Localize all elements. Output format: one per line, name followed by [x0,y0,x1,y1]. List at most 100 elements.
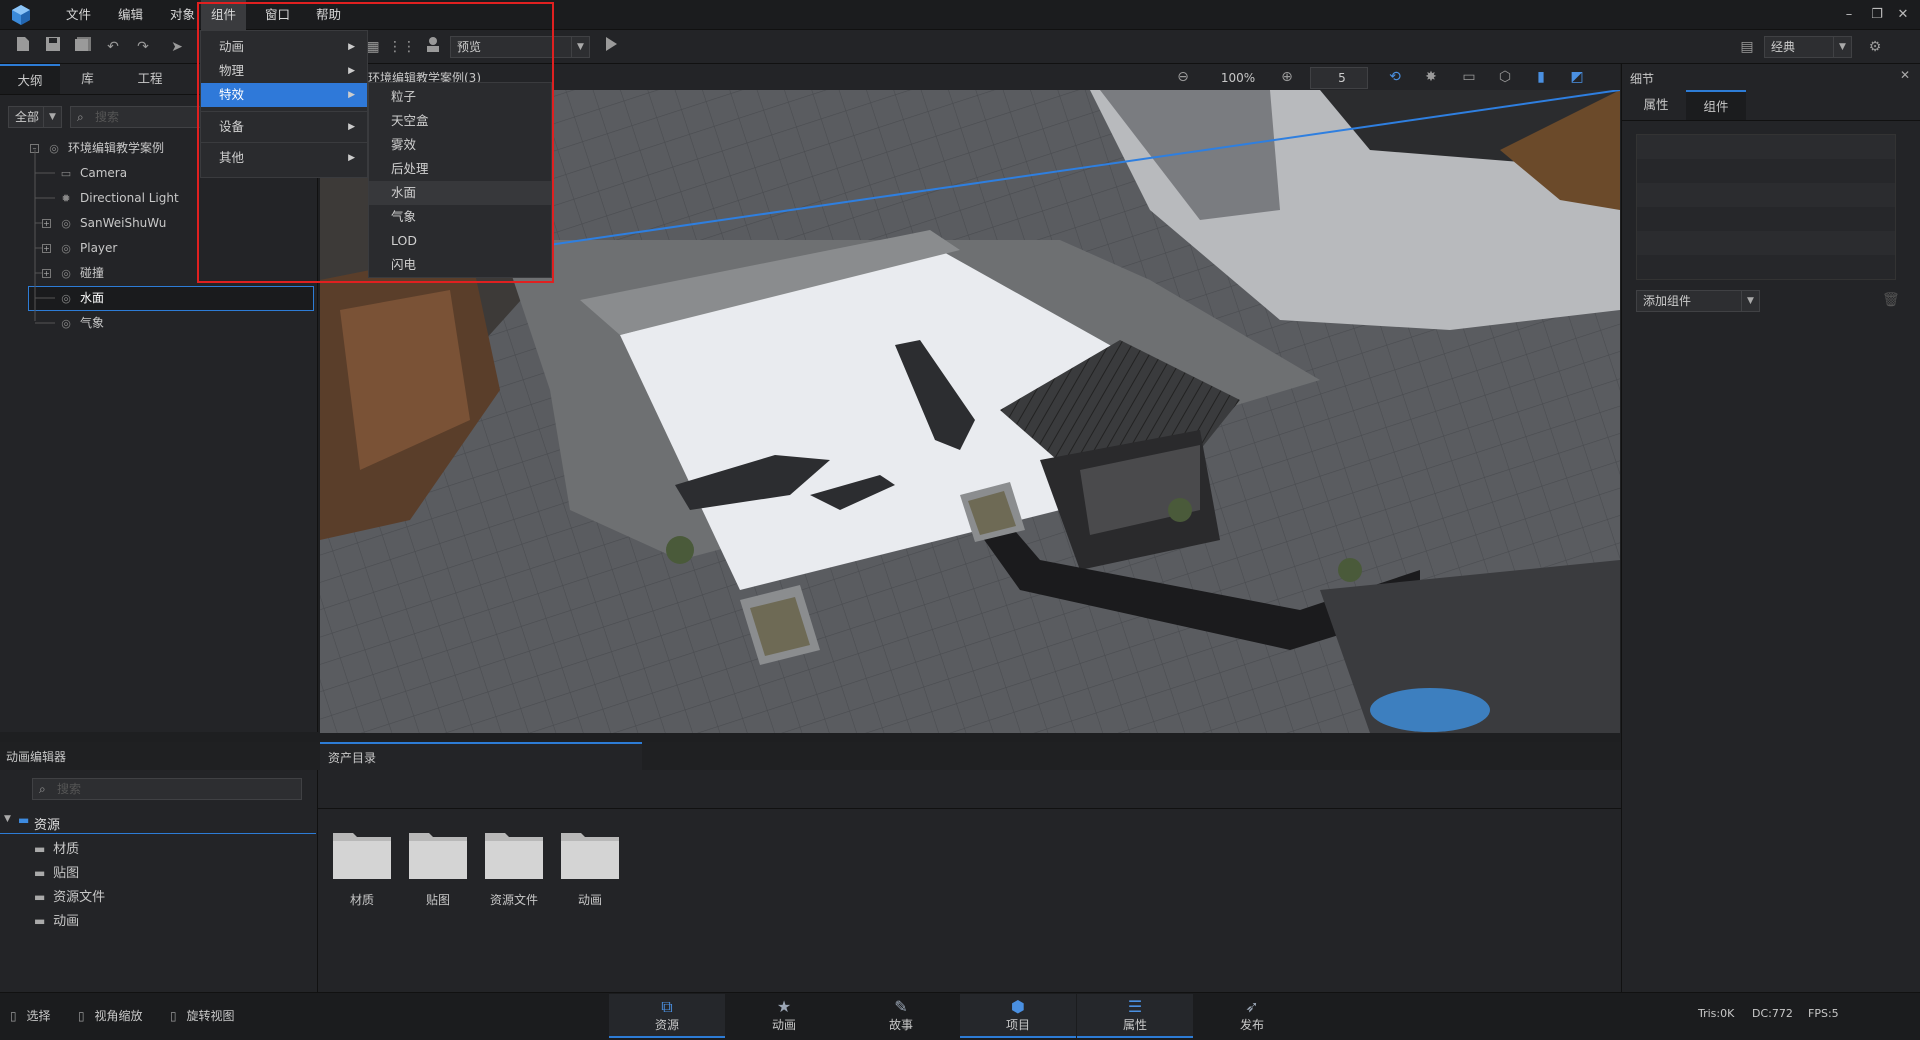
search-icon: ⌕ [77,110,84,124]
nav-tab-story[interactable]: ✎ 故事 [843,994,959,1038]
filter-value: 全部 [15,110,40,124]
tree-item-label: Player [80,241,118,255]
minimize-button[interactable]: – [1840,6,1858,24]
app-logo-icon [12,5,30,25]
mouse-right-icon: ▯ [170,1009,177,1023]
rocket-icon: ➶ [1245,997,1259,1016]
add-component-label: 添加组件 [1643,294,1692,308]
tree-folder-label: 贴图 [53,866,80,881]
folder-icon: ▬ [18,813,30,827]
hint-select: ▯ 选择 [10,1007,50,1024]
tree-folder-label: 材质 [53,842,80,857]
layout-combo-value: 经典 [1771,40,1796,54]
outline-search-placeholder: 搜索 [95,110,120,124]
asset-search-input[interactable]: ⌕ 搜索 [32,778,302,800]
tree-folder-label: 动画 [53,914,80,929]
layout-icon[interactable]: ▤ [1736,36,1758,58]
close-button[interactable]: ✕ [1894,6,1912,24]
tree-root-resources[interactable]: ▼ ▬ 资源 [0,810,316,834]
tree-folder-label: 资源文件 [53,890,106,905]
tab-asset-directory[interactable]: 资产目录 [320,742,642,770]
close-icon[interactable]: ✕ [1900,68,1910,82]
tab-properties[interactable]: 属性 [1630,90,1682,120]
globe-icon[interactable]: ⟲ [1384,66,1406,88]
tree-root-label: 资源 [34,818,61,833]
tree-item-label: 环境编辑教学案例 [68,141,165,155]
zoom-in-icon[interactable]: ⊕ [1276,66,1298,88]
zoom-level: 100% [1220,71,1256,85]
tree-item-label: 气象 [80,316,105,330]
nav-tab-resources[interactable]: ⧉ 资源 [609,994,725,1038]
mouse-left-icon: ▯ [10,1009,17,1023]
stat-draw-calls: DC:772 [1752,1007,1793,1020]
select-arrow-icon[interactable]: ➤ [166,36,188,58]
maximize-viewport-icon[interactable]: ◩ [1566,66,1588,88]
cube-icon[interactable]: ⬡ [1494,66,1516,88]
filter-select[interactable]: 全部 ▼ [8,106,62,128]
chevron-down-icon: ▼ [4,814,11,824]
new-file-icon[interactable] [12,36,34,58]
tree-item-label: Camera [80,166,128,180]
asset-folder-label: 贴图 [425,893,450,907]
folder-icon [561,833,619,879]
folder-icon [409,833,467,879]
stat-tris: Tris:0K [1698,1007,1735,1020]
folder-icon: ▬ [34,914,46,928]
asset-tab-label: 资产目录 [328,751,377,765]
tab-project[interactable]: 工程 [120,64,180,94]
nav-tab-publish[interactable]: ➶ 发布 [1194,994,1310,1038]
folder-icon: ▬ [34,842,46,856]
tree-item-label: Directional Light [80,191,179,205]
perspective-icon[interactable]: ▮ [1530,66,1552,88]
nav-tab-label: 项目 [1005,1018,1030,1032]
story-wand-icon: ✎ [894,997,908,1016]
stat-fps: FPS:5 [1808,1007,1839,1020]
tab-components[interactable]: 组件 [1686,90,1746,120]
tab-library[interactable]: 库 [60,64,115,94]
sun-icon[interactable]: ✸ [1420,66,1442,88]
tree-folder-resource-files[interactable]: ▬ 资源文件 [34,885,105,909]
hint-zoom: ▯ 视角缩放 [78,1007,142,1024]
asset-folder-label: 动画 [577,893,602,907]
tree-folder-texture[interactable]: ▬ 贴图 [34,861,79,885]
restore-button[interactable]: ❐ [1868,6,1886,24]
details-title: 细节 [1630,72,1655,86]
nav-tab-label: 属性 [1122,1018,1147,1032]
resources-icon: ⧉ [661,997,673,1016]
details-panel: 细节 ✕ 属性 组件 添加组件 ▼ 🗑 [1621,64,1920,994]
menu-file[interactable]: 文件 [56,0,101,30]
hint-rotate: ▯ 旋转视图 [170,1007,234,1024]
component-list [1636,134,1896,280]
save-icon[interactable] [42,36,64,58]
play-icon[interactable] [600,36,622,58]
folder-icon: ▬ [34,890,46,904]
nav-tab-project[interactable]: ⬢ 项目 [960,994,1076,1038]
save-all-icon[interactable] [72,36,94,58]
project-cube-icon: ⬢ [1011,997,1025,1016]
redo-icon[interactable]: ↷ [132,36,154,58]
menu-edit[interactable]: 编辑 [108,0,153,30]
tree-folder-material[interactable]: ▬ 材质 [34,837,79,861]
tree-connector-lines [34,150,55,324]
add-component-select[interactable]: 添加组件 ▼ [1636,290,1760,312]
nav-tab-animation[interactable]: ★ 动画 [726,994,842,1038]
layout-combo[interactable]: 经典 ▼ [1764,36,1852,58]
nav-tab-label: 动画 [771,1018,796,1032]
annotation-highlight-box [197,2,554,283]
trash-icon[interactable]: 🗑 [1882,292,1900,308]
asset-search-placeholder: 搜索 [57,782,82,796]
nav-tab-properties[interactable]: ☰ 属性 [1077,994,1193,1038]
zoom-out-icon[interactable]: ⊖ [1172,66,1194,88]
settings-gear-icon[interactable]: ⚙ [1864,36,1886,58]
undo-icon[interactable]: ↶ [102,36,124,58]
tab-outline[interactable]: 大纲 [0,64,60,94]
video-camera-icon[interactable]: ▭ [1458,66,1480,88]
grid-size-input[interactable]: 5 [1310,67,1368,89]
asset-folder-label: 资源文件 [489,893,538,907]
mouse-wheel-icon: ▯ [78,1009,85,1023]
nav-tab-label: 资源 [654,1018,679,1032]
nav-tab-label: 发布 [1239,1018,1264,1032]
folder-icon [333,833,391,879]
animation-editor-title: 动画编辑器 [6,750,67,764]
tree-folder-animation[interactable]: ▬ 动画 [34,909,79,933]
